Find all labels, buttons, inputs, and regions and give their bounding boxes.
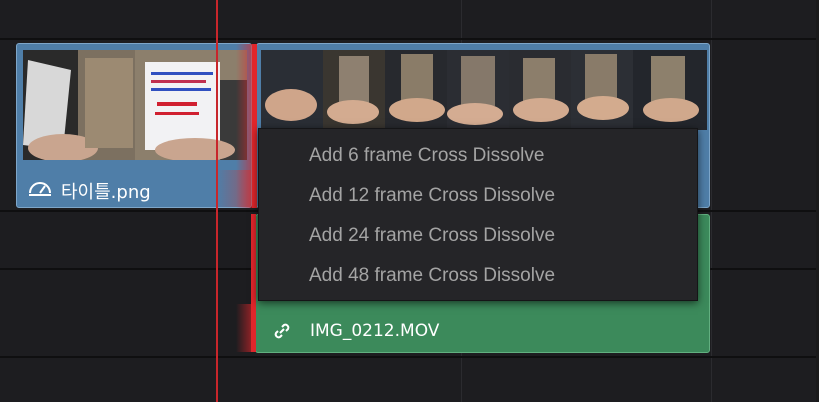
video-clip-title-thumbnail xyxy=(135,50,247,160)
edit-point-marker[interactable] xyxy=(252,44,257,208)
menu-item-24-frame-dissolve[interactable]: Add 24 frame Cross Dissolve xyxy=(309,225,555,247)
timeline-area[interactable]: 타이틀.png IMG_0212.MOV Add 6 frame Cross D… xyxy=(0,0,819,402)
menu-item-48-frame-dissolve[interactable]: Add 48 frame Cross Dissolve xyxy=(309,265,555,287)
playhead[interactable] xyxy=(216,0,218,402)
track-separator xyxy=(0,38,819,40)
transition-context-menu: Add 6 frame Cross Dissolve Add 12 frame … xyxy=(258,128,698,301)
video-clip-title-thumbnail xyxy=(23,50,135,160)
track-separator xyxy=(0,356,819,358)
audio-clip-label-bar: IMG_0212.MOV xyxy=(256,313,709,352)
video-clip-title-label: 타이틀.png xyxy=(61,182,151,203)
speedometer-icon xyxy=(29,182,51,196)
timeline-grid-line xyxy=(711,0,712,402)
menu-item-6-frame-dissolve[interactable]: Add 6 frame Cross Dissolve xyxy=(309,145,544,167)
menu-item-12-frame-dissolve[interactable]: Add 12 frame Cross Dissolve xyxy=(309,185,555,207)
audio-clip-label: IMG_0212.MOV xyxy=(310,321,440,341)
edit-point-marker[interactable] xyxy=(251,214,256,352)
link-icon xyxy=(274,323,290,339)
video-clip-main-filmstrip xyxy=(261,50,707,130)
